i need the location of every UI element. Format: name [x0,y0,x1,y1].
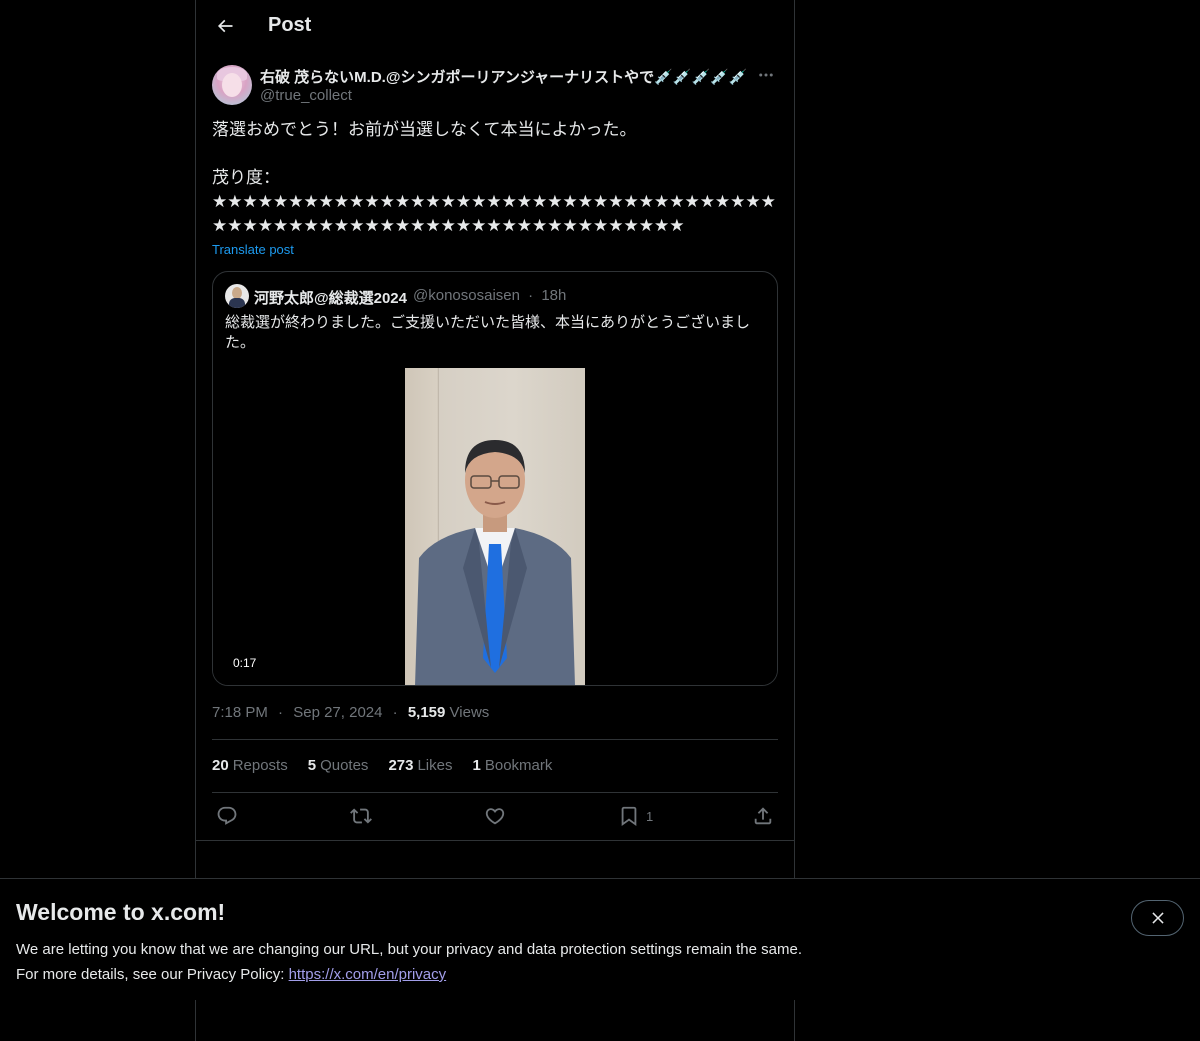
banner-title: Welcome to x.com! [16,899,226,925]
banner-text: We are letting you know that we are chan… [16,937,802,987]
quotes-stat[interactable]: 5 Quotes [308,757,369,774]
bookmark-button[interactable]: 1 [618,804,653,828]
banner-line-1: We are letting you know that we are chan… [16,941,802,958]
video-duration: 0:17 [225,654,265,672]
post-author: 右破 茂らないM.D.@シンガポーリアンジャーナリストやで💉💉💉💉💉 @true… [212,64,778,108]
more-horizontal-icon [759,73,773,77]
close-icon [1151,912,1164,924]
arrow-left-icon [217,19,233,33]
banner-line-2: For more details, see our Privacy Policy… [16,962,802,987]
page-title: Post [268,14,312,36]
quote-avatar [225,284,249,308]
bookmark-icon [621,806,637,827]
privacy-policy-link[interactable]: https://x.com/en/privacy [289,966,447,983]
like-button[interactable] [484,804,506,828]
likes-stat[interactable]: 273 Likes [388,757,452,774]
repost-button[interactable] [350,804,372,828]
post-meta: 7:18 PM · Sep 27, 2024 · 5,159 Views [212,704,489,721]
divider [196,840,794,841]
post-date[interactable]: Sep 27, 2024 [293,704,382,721]
meta-separator: · [278,704,284,721]
post-stats: 20 Reposts 5 Quotes 273 Likes 1 Bookmark [212,757,552,774]
post-header: Post [196,0,794,53]
views-count: 5,159 [407,704,446,721]
reposts-stat[interactable]: 20 Reposts [212,757,288,774]
more-button[interactable] [754,64,778,86]
translate-post-link[interactable]: Translate post [212,242,294,257]
reply-button[interactable] [216,804,238,828]
quote-time: 18h [541,287,567,304]
views-label: Views [449,704,490,721]
author-username[interactable]: @true_collect [260,87,352,104]
quote-author-name: 河野太郎@総裁選2024 [254,290,407,307]
divider [212,739,778,740]
close-banner-button[interactable] [1131,900,1184,936]
share-icon [754,807,772,825]
post-time[interactable]: 7:18 PM [212,704,268,721]
quote-author-handle: @konososaisen · 18h [413,287,566,304]
quote-handle: @konososaisen [413,287,520,304]
heart-icon [485,808,505,825]
share-button[interactable] [752,804,774,828]
reply-icon [217,806,237,825]
repost-icon [350,808,372,824]
quoted-post[interactable]: 河野太郎@総裁選2024 @konososaisen · 18h 総裁選が終わり… [212,271,778,686]
quote-text: 総裁選が終わりました。ご支援いただいた皆様、本当にありがとうございました。 [225,314,751,351]
welcome-banner: Welcome to x.com! We are letting you kno… [0,878,1200,1000]
avatar[interactable] [212,65,252,105]
divider [212,792,778,793]
meta-separator: · [392,704,398,721]
video-thumbnail [405,368,585,685]
banner-line-2-prefix: For more details, see our Privacy Policy… [16,966,289,983]
back-button[interactable] [208,9,242,43]
bookmark-count: 1 [646,808,654,824]
post-actions: 1 [196,794,794,840]
bookmarks-stat[interactable]: 1 Bookmark [473,757,553,774]
quote-video[interactable]: 0:17 [213,368,777,685]
quote-separator: · [528,287,534,304]
author-display-name[interactable]: 右破 茂らないM.D.@シンガポーリアンジャーナリストやで💉💉💉💉💉 [260,66,748,87]
post-text: 落選おめでとう！お前が当選しなくて本当によかった。 茂り度： ★★★★★★★★★… [212,120,776,235]
